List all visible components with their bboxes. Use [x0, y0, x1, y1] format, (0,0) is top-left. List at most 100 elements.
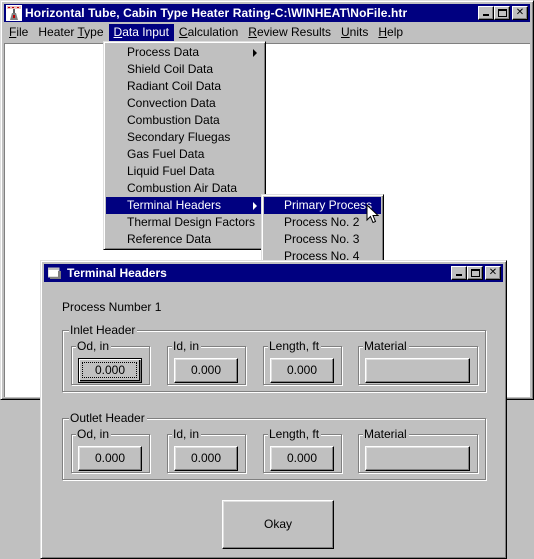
minimize-icon: [456, 274, 462, 276]
menu-item-process-data[interactable]: Process Data: [106, 44, 263, 61]
heater-app-icon[interactable]: [6, 5, 22, 21]
window-title: Horizontal Tube, Cabin Type Heater Ratin…: [25, 6, 408, 20]
inlet-length-group: Length, ft 0.000: [263, 339, 342, 385]
menu-item-gas-fuel-data[interactable]: Gas Fuel Data: [106, 146, 263, 163]
menu-item-label: Combustion Data: [127, 113, 220, 127]
maximize-icon: [471, 269, 480, 277]
dialog-titlebar[interactable]: Terminal Headers ✕: [44, 264, 503, 282]
menu-item-label: Reference Data: [127, 232, 212, 246]
menu-units-label: Units: [341, 25, 369, 39]
submenu-item-primary-process[interactable]: Primary Process: [264, 197, 381, 214]
outlet-od-label: Od, in: [76, 427, 112, 441]
menu-review-results[interactable]: Review Results: [243, 24, 336, 41]
form-icon[interactable]: [47, 267, 62, 279]
inlet-od-label: Od, in: [76, 339, 112, 353]
menu-item-combustion-data[interactable]: Combustion Data: [106, 112, 263, 129]
menu-item-label: Terminal Headers: [127, 198, 222, 212]
menu-item-secondary-fluegas[interactable]: Secondary Fluegas: [106, 129, 263, 146]
outlet-id-button[interactable]: 0.000: [174, 446, 238, 471]
outlet-header-legend: Outlet Header: [69, 411, 147, 425]
menu-item-label: Combustion Air Data: [127, 181, 238, 195]
menu-review-results-label: Review Results: [248, 25, 331, 39]
outlet-id-group: Id, in 0.000: [167, 427, 246, 473]
okay-button[interactable]: Okay: [222, 500, 334, 549]
outlet-material-label: Material: [363, 427, 409, 441]
outlet-length-button[interactable]: 0.000: [270, 446, 334, 471]
inlet-id-button[interactable]: 0.000: [174, 358, 238, 383]
submenu-arrow-icon: [253, 202, 257, 210]
main-titlebar[interactable]: Horizontal Tube, Cabin Type Heater Ratin…: [4, 4, 530, 22]
terminal-headers-dialog: Terminal Headers ✕ Process Number 1 Inle…: [40, 260, 507, 559]
menu-item-liquid-fuel-data[interactable]: Liquid Fuel Data: [106, 163, 263, 180]
submenu-item-process-3[interactable]: Process No. 3: [264, 231, 381, 248]
menu-data-input[interactable]: Data Input: [108, 24, 174, 41]
outlet-header-group: Outlet Header Od, in 0.000 Id, in 0.000 …: [62, 411, 486, 480]
menu-item-shield-coil-data[interactable]: Shield Coil Data: [106, 61, 263, 78]
menu-item-label: Convection Data: [127, 96, 216, 110]
menu-item-combustion-air-data[interactable]: Combustion Air Data: [106, 180, 263, 197]
outlet-material-group: Material: [358, 427, 478, 473]
menu-heater-type[interactable]: Heater Type: [33, 24, 108, 41]
menu-item-label: Shield Coil Data: [127, 62, 214, 76]
okay-button-label: Okay: [263, 517, 292, 531]
outlet-length-group: Length, ft 0.000: [263, 427, 342, 473]
maximize-button[interactable]: [494, 6, 510, 20]
menu-file-label: File: [9, 25, 29, 39]
menu-file[interactable]: File: [4, 24, 33, 41]
outlet-length-value: 0.000: [286, 451, 318, 465]
inlet-id-value: 0.000: [190, 363, 222, 377]
menu-units[interactable]: Units: [336, 24, 373, 41]
submenu-arrow-icon: [253, 49, 257, 57]
menu-item-reference-data[interactable]: Reference Data: [106, 231, 263, 248]
menu-item-thermal-design-factors[interactable]: Thermal Design Factors: [106, 214, 263, 231]
menu-item-label: Liquid Fuel Data: [127, 164, 215, 178]
submenu-item-process-2[interactable]: Process No. 2: [264, 214, 381, 231]
menu-calculation-label: Calculation: [178, 25, 239, 39]
inlet-material-button[interactable]: [365, 358, 470, 383]
menu-item-radiant-coil-data[interactable]: Radiant Coil Data: [106, 78, 263, 95]
outlet-material-button[interactable]: [365, 446, 470, 471]
inlet-length-label: Length, ft: [268, 339, 322, 353]
inlet-material-group: Material: [358, 339, 478, 385]
close-icon: ✕: [488, 267, 498, 278]
menu-data-input-label: Data Input: [113, 25, 169, 39]
menu-item-label: Thermal Design Factors: [127, 215, 256, 229]
inlet-length-value: 0.000: [286, 363, 318, 377]
submenu-item-label: Primary Process: [284, 198, 373, 212]
menu-help[interactable]: Help: [373, 24, 408, 41]
outlet-od-group: Od, in 0.000: [71, 427, 150, 473]
inlet-length-button[interactable]: 0.000: [270, 358, 334, 383]
minimize-button[interactable]: [478, 6, 494, 20]
inlet-header-legend: Inlet Header: [69, 323, 138, 337]
process-number-label: Process Number 1: [62, 300, 162, 314]
inlet-id-group: Id, in 0.000: [167, 339, 246, 385]
inlet-od-button[interactable]: 0.000: [78, 358, 142, 383]
menu-item-label: Gas Fuel Data: [127, 147, 205, 161]
menu-calculation[interactable]: Calculation: [174, 24, 243, 41]
close-button[interactable]: ✕: [512, 6, 528, 20]
data-input-menu: Process Data Shield Coil Data Radiant Co…: [103, 41, 266, 250]
menu-item-convection-data[interactable]: Convection Data: [106, 95, 263, 112]
dialog-maximize-button[interactable]: [467, 266, 483, 280]
minimize-icon: [483, 14, 489, 16]
outlet-id-label: Id, in: [172, 427, 202, 441]
menu-item-label: Radiant Coil Data: [127, 79, 222, 93]
outlet-od-button[interactable]: 0.000: [78, 446, 142, 471]
submenu-item-label: Process No. 3: [284, 232, 360, 246]
outlet-id-value: 0.000: [190, 451, 222, 465]
submenu-item-label: Process No. 2: [284, 215, 360, 229]
dialog-minimize-button[interactable]: [451, 266, 467, 280]
outlet-length-label: Length, ft: [268, 427, 322, 441]
mouse-pointer-icon: [366, 203, 380, 227]
dialog-title: Terminal Headers: [67, 266, 167, 280]
menu-heater-type-label: Heater Type: [38, 25, 104, 39]
menu-item-label: Secondary Fluegas: [127, 130, 231, 144]
outlet-od-value: 0.000: [94, 451, 126, 465]
menubar: File Heater Type Data Input Calculation …: [4, 23, 530, 42]
menu-item-terminal-headers[interactable]: Terminal Headers: [106, 197, 263, 214]
dialog-close-button[interactable]: ✕: [485, 266, 501, 280]
maximize-icon: [498, 9, 507, 17]
close-icon: ✕: [515, 7, 525, 18]
inlet-id-label: Id, in: [172, 339, 202, 353]
menu-help-label: Help: [378, 25, 404, 39]
